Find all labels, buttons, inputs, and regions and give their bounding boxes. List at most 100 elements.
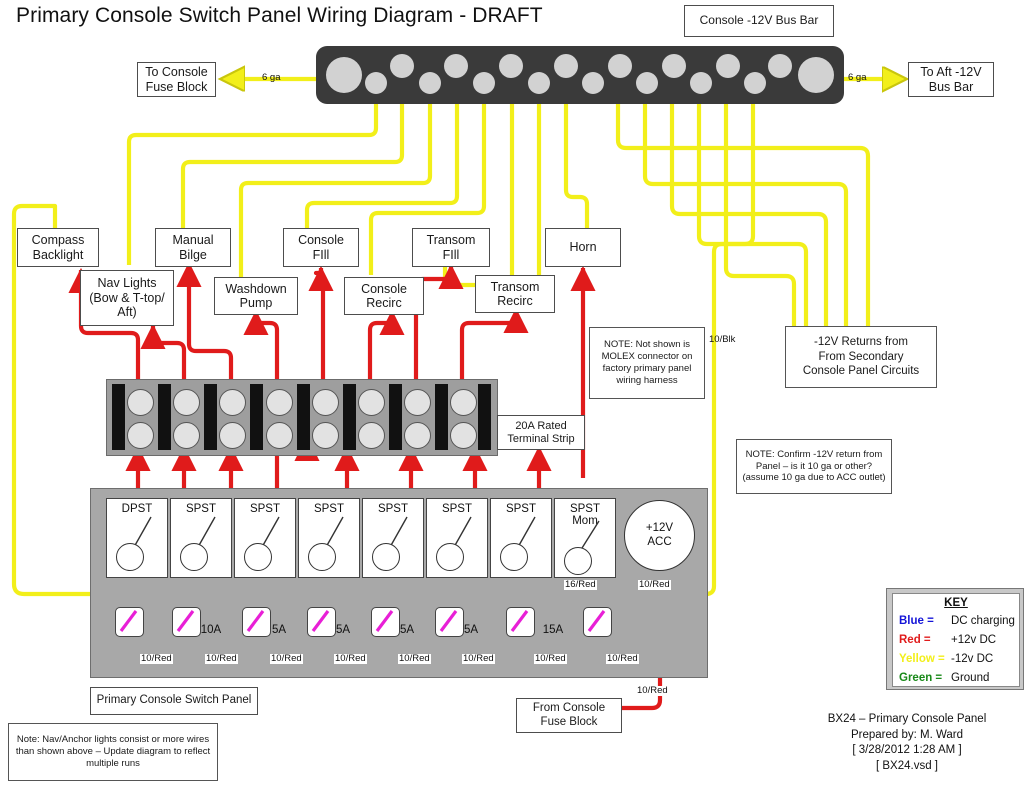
- strip-divider: [389, 384, 402, 450]
- note-confirm-return-gauge: NOTE: Confirm -12V return from Panel – i…: [736, 439, 892, 494]
- fuse-1[interactable]: [115, 607, 144, 637]
- device-label-line1: Nav Lights: [97, 276, 157, 291]
- title-block-line4: [ BX24.vsd ]: [875, 759, 938, 772]
- device-label-line3: Aft): [117, 305, 137, 320]
- strip-terminal-top: [450, 389, 477, 416]
- acc-outlet-12v[interactable]: +12V ACC: [624, 500, 695, 571]
- strip-caption-line2: Terminal Strip: [507, 432, 575, 445]
- switch-1-dpst[interactable]: DPST: [106, 498, 168, 578]
- fuse-8[interactable]: [583, 607, 612, 637]
- bus-terminal-large-right: [798, 57, 834, 93]
- wiring-diagram-canvas: Primary Console Switch Panel Wiring Diag…: [0, 0, 1024, 785]
- acc-line1: +12V: [645, 522, 674, 535]
- wire-label-16-red: 16/Red: [564, 579, 597, 591]
- device-box-transom-recirc: Transom Recirc: [475, 275, 555, 313]
- bus-terminal-bottom-4: [528, 72, 550, 94]
- switch-pivot-icon: [500, 543, 528, 571]
- terminal-strip: [106, 379, 498, 456]
- strip-terminal-bottom: [450, 422, 477, 449]
- strip-terminal-bottom: [266, 422, 293, 449]
- bus-terminal-top-8: [768, 54, 792, 78]
- left-gauge-label: 6 ga: [262, 72, 281, 83]
- console-negative-bus-bar: [316, 46, 844, 104]
- device-box-horn: Horn: [545, 228, 621, 267]
- fuse-wire-label-2: 10/Red: [205, 653, 238, 665]
- right-gauge-label: 6 ga: [848, 72, 867, 83]
- legend-inner: KEY Blue = DC charging Red = +12v DC Yel…: [892, 593, 1020, 687]
- bus-terminal-bottom-1: [365, 72, 387, 94]
- device-label-line2: Backlight: [32, 247, 84, 262]
- terminal-strip-caption: 20A Rated Terminal Strip: [497, 415, 585, 450]
- legend-value-blue: DC charging: [951, 615, 1015, 627]
- device-label-line2: FIll: [442, 247, 460, 262]
- returns-line3: Console Panel Circuits: [802, 365, 920, 378]
- title-block-line1: BX24 – Primary Console Panel: [827, 713, 987, 725]
- device-label-line1: Transom: [490, 279, 540, 294]
- switch-7-spst[interactable]: SPST: [490, 498, 552, 578]
- bus-terminal-top-6: [662, 54, 686, 78]
- device-label-line1: Compass: [31, 233, 85, 248]
- from-fuse-line1: From Console: [532, 702, 606, 715]
- legend-name-yellow: Yellow =: [899, 653, 945, 665]
- to-console-fuse-block-line2: Fuse Block: [145, 79, 208, 94]
- strip-terminal-top: [266, 389, 293, 416]
- switch-3-spst[interactable]: SPST: [234, 498, 296, 578]
- device-label-line1: Manual: [172, 233, 214, 248]
- bus-terminal-bottom-8: [744, 72, 766, 94]
- fuse-wire-label-8: 10/Red: [606, 653, 639, 665]
- legend-key-box: KEY Blue = DC charging Red = +12v DC Yel…: [886, 588, 1024, 690]
- to-console-fuse-block-box: To Console Fuse Block: [137, 62, 216, 97]
- wire-label-acc-10-red: 10/Red: [638, 579, 671, 591]
- fuse-rating-8: 15A: [542, 624, 564, 636]
- returns-line1: -12V Returns from: [814, 336, 908, 349]
- switch-6-spst[interactable]: SPST: [426, 498, 488, 578]
- switch-4-spst[interactable]: SPST: [298, 498, 360, 578]
- strip-terminal-top: [312, 389, 339, 416]
- device-box-transom-fill: Transom FIll: [412, 228, 490, 267]
- device-label-line1: Horn: [569, 240, 597, 255]
- device-label-line2: (Bow & T-top/: [89, 290, 165, 305]
- title-block-line3: [ 3/28/2012 1:28 AM ]: [852, 744, 962, 757]
- fuse-wire-label-5: 10/Red: [398, 653, 431, 665]
- switch-5-spst[interactable]: SPST: [362, 498, 424, 578]
- device-label-line2: FIll: [312, 247, 330, 262]
- bus-terminal-bottom-3: [473, 72, 495, 94]
- fuse-rating-2: 10A: [200, 624, 222, 636]
- strip-divider: [250, 384, 263, 450]
- switch-2-spst[interactable]: SPST: [170, 498, 232, 578]
- bus-terminal-large-left: [326, 57, 362, 93]
- bus-terminal-top-1: [390, 54, 414, 78]
- device-box-console-recirc: Console Recirc: [344, 277, 424, 315]
- strip-terminal-top: [127, 389, 154, 416]
- note-nav-anchor-lights: Note: Nav/Anchor lights consist or more …: [8, 723, 218, 781]
- from-console-fuse-block-box: From Console Fuse Block: [516, 698, 622, 733]
- acc-line2: ACC: [647, 535, 672, 548]
- to-aft-line1: To Aft -12V: [920, 65, 982, 80]
- strip-divider: [112, 384, 125, 450]
- to-console-fuse-block-line1: To Console: [145, 65, 208, 80]
- switch-8-spst-momentary[interactable]: SPST Mom: [554, 498, 616, 578]
- title-block-line2: Prepared by: M. Ward: [850, 728, 964, 741]
- strip-divider: [343, 384, 356, 450]
- primary-console-switch-panel: DPST SPST SPST SPST SPST SPST SPST SPST …: [90, 488, 708, 678]
- fuse-wire-label-4: 10/Red: [334, 653, 367, 665]
- returns-line2: From Secondary: [818, 350, 904, 363]
- switch-pivot-icon: [244, 543, 272, 571]
- fuse-rating-6: 5A: [463, 624, 479, 636]
- strip-divider: [297, 384, 310, 450]
- legend-row-red: Red = +12v DC: [899, 634, 1015, 647]
- legend-name-blue: Blue =: [899, 615, 934, 627]
- fuse-7[interactable]: [506, 607, 535, 637]
- bus-terminal-top-5: [608, 54, 632, 78]
- fuse-wire-label-7: 10/Red: [534, 653, 567, 665]
- to-aft-bus-bar-box: To Aft -12V Bus Bar: [908, 62, 994, 97]
- strip-terminal-bottom: [404, 422, 431, 449]
- legend-value-yellow: -12v DC: [951, 653, 994, 665]
- device-label-line1: Washdown: [225, 281, 287, 296]
- strip-terminal-top: [358, 389, 385, 416]
- strip-terminal-top: [173, 389, 200, 416]
- bus-terminal-bottom-2: [419, 72, 441, 94]
- strip-terminal-bottom: [127, 422, 154, 449]
- bus-terminal-bottom-5: [582, 72, 604, 94]
- bus-terminal-bottom-6: [636, 72, 658, 94]
